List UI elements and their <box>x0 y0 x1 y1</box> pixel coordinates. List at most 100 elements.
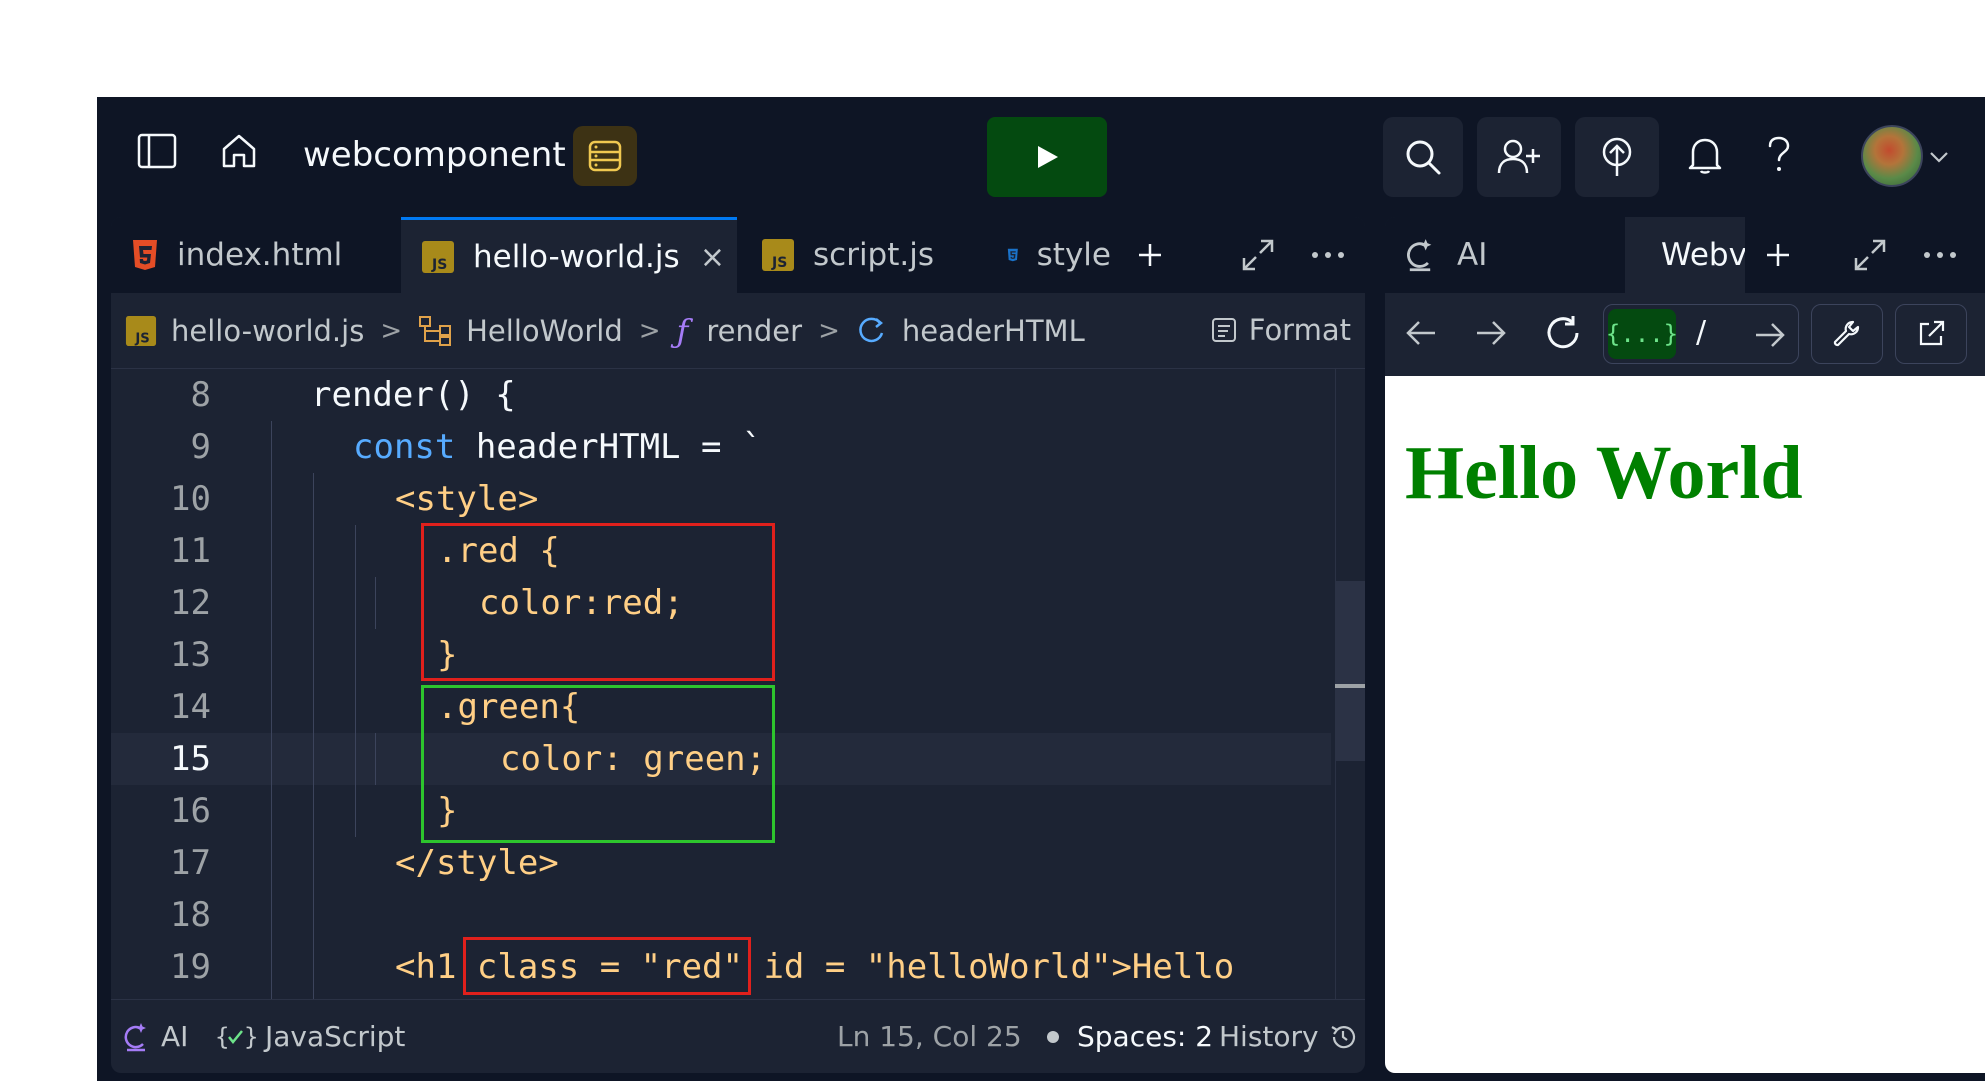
indent-guide <box>355 525 356 837</box>
svg-text:JS: JS <box>134 331 149 346</box>
deploy-button[interactable] <box>1575 117 1659 197</box>
back-button[interactable] <box>1401 313 1441 353</box>
dev-url-badge[interactable]: {...} <box>1606 309 1678 359</box>
reload-icon <box>1547 316 1579 349</box>
breadcrumb-variable[interactable]: headerHTML <box>856 314 1085 348</box>
html5-icon <box>133 240 157 270</box>
js-file-icon: JS <box>422 240 454 273</box>
function-icon: ƒ <box>676 311 689 350</box>
keyword: const <box>353 427 456 467</box>
red-annotation-box <box>463 937 751 995</box>
invite-button[interactable] <box>1477 117 1561 197</box>
line-number: 19 <box>170 947 211 987</box>
chevron-right-icon: > <box>638 315 661 346</box>
tab-index-html[interactable]: index.html <box>111 217 397 293</box>
history-icon <box>1331 1025 1355 1048</box>
open-new-window-button[interactable] <box>1895 304 1967 364</box>
tab-webview[interactable]: Webview <box>1625 217 1745 293</box>
sidebar-toggle-button[interactable] <box>135 129 179 173</box>
account-menu-button[interactable] <box>1927 145 1951 169</box>
pane-menu-button[interactable] <box>1913 217 1973 293</box>
maximize-pane-button[interactable] <box>1231 217 1291 293</box>
close-tab-icon[interactable]: × <box>700 240 725 275</box>
red-annotation-box <box>421 523 775 681</box>
sidebar-toggle-icon <box>137 133 177 169</box>
breadcrumb-method[interactable]: ƒ render <box>677 312 803 350</box>
css3-icon <box>1007 248 1018 262</box>
forward-button[interactable] <box>1471 313 1511 353</box>
go-button[interactable] <box>1750 315 1790 355</box>
avatar[interactable] <box>1861 125 1923 187</box>
code-text: headerHTML = ` <box>455 427 763 467</box>
ai-sparkle-icon <box>124 1022 146 1051</box>
search-button[interactable] <box>1383 117 1463 197</box>
tab-hello-world-js[interactable]: JS hello-world.js × <box>401 217 737 293</box>
breadcrumb: JS hello-world.js > HelloWorld > ƒ rende… <box>111 293 1365 369</box>
line-number: 8 <box>190 375 211 415</box>
tab-ai[interactable]: AI <box>1385 217 1621 293</box>
project-title[interactable]: webcomponent <box>303 135 566 175</box>
js-file-icon: JS <box>762 239 794 271</box>
history-button[interactable]: History <box>1219 1020 1357 1053</box>
new-tab-button[interactable] <box>1747 217 1807 293</box>
breadcrumb-file-label: hello-world.js <box>171 313 365 348</box>
database-button[interactable] <box>573 126 637 186</box>
ai-label: AI <box>161 1020 189 1053</box>
line-number: 13 <box>170 635 211 675</box>
ai-status[interactable]: AI <box>123 1020 188 1053</box>
spaces-setting[interactable]: Spaces: 2 <box>1047 1020 1213 1053</box>
search-icon <box>1406 140 1441 175</box>
code-line-17: </style> <box>395 843 559 883</box>
code-line-9: const headerHTML = ` <box>353 421 762 473</box>
format-icon <box>1211 318 1236 342</box>
tab-script-js[interactable]: JS script.js <box>741 217 981 293</box>
line-number: 12 <box>170 583 211 623</box>
pane-menu-button[interactable] <box>1301 217 1361 293</box>
format-button[interactable]: Format <box>1211 313 1351 347</box>
url-bar[interactable]: {...} / <box>1603 304 1799 364</box>
reload-button[interactable] <box>1541 311 1585 355</box>
devtools-button[interactable] <box>1811 304 1883 364</box>
help-button[interactable] <box>1757 125 1801 185</box>
indent-guide <box>375 733 376 785</box>
code-area[interactable]: 8 9 10 11 12 13 14 15 16 17 18 19 render… <box>111 369 1365 999</box>
language-indicator[interactable]: {} JavaScript <box>215 1020 405 1053</box>
play-icon <box>1038 146 1058 168</box>
line-number: 11 <box>170 531 211 571</box>
line-number: 15 <box>170 739 211 779</box>
breadcrumb-file[interactable]: JS hello-world.js <box>125 314 364 348</box>
format-label: Format <box>1248 313 1351 347</box>
arrow-right-icon <box>1477 321 1506 345</box>
webview-viewport[interactable]: Hello World <box>1385 376 1985 1073</box>
new-tab-button[interactable] <box>1115 217 1191 293</box>
tab-style-css[interactable]: style <box>987 217 1111 293</box>
ide-window: webcomponent index.html JS hello-world.j… <box>97 97 1985 1081</box>
url-path[interactable]: / <box>1696 315 1706 350</box>
editor-tab-bar: index.html JS hello-world.js × JS script… <box>111 217 1365 293</box>
maximize-pane-button[interactable] <box>1845 217 1905 293</box>
run-button[interactable] <box>987 117 1107 197</box>
scrollbar-thumb[interactable] <box>1335 581 1365 761</box>
expand-icon <box>1854 239 1886 271</box>
spaces-label: Spaces: 2 <box>1077 1020 1214 1053</box>
cursor-position[interactable]: Ln 15, Col 25 <box>837 1020 1022 1053</box>
webview-toolbar: {...} / <box>1385 293 1985 373</box>
home-button[interactable] <box>217 129 261 173</box>
home-icon <box>222 134 256 168</box>
page-heading: Hello World <box>1405 431 1803 515</box>
notifications-button[interactable] <box>1675 125 1735 185</box>
line-number: 9 <box>190 427 211 467</box>
tab-label: AI <box>1457 237 1488 273</box>
chevron-down-icon <box>1930 152 1948 163</box>
plus-icon <box>1767 244 1789 266</box>
class-icon <box>419 315 452 346</box>
more-icon <box>1312 252 1344 258</box>
chevron-right-icon: > <box>380 315 403 346</box>
indent-guide <box>271 421 272 999</box>
breadcrumb-class[interactable]: HelloWorld <box>418 314 623 348</box>
svg-text:{: { <box>215 1023 229 1051</box>
more-icon <box>1924 252 1956 258</box>
code-line-10: <style> <box>395 479 539 519</box>
chevron-right-icon: > <box>818 315 840 346</box>
expand-icon <box>1242 239 1274 271</box>
